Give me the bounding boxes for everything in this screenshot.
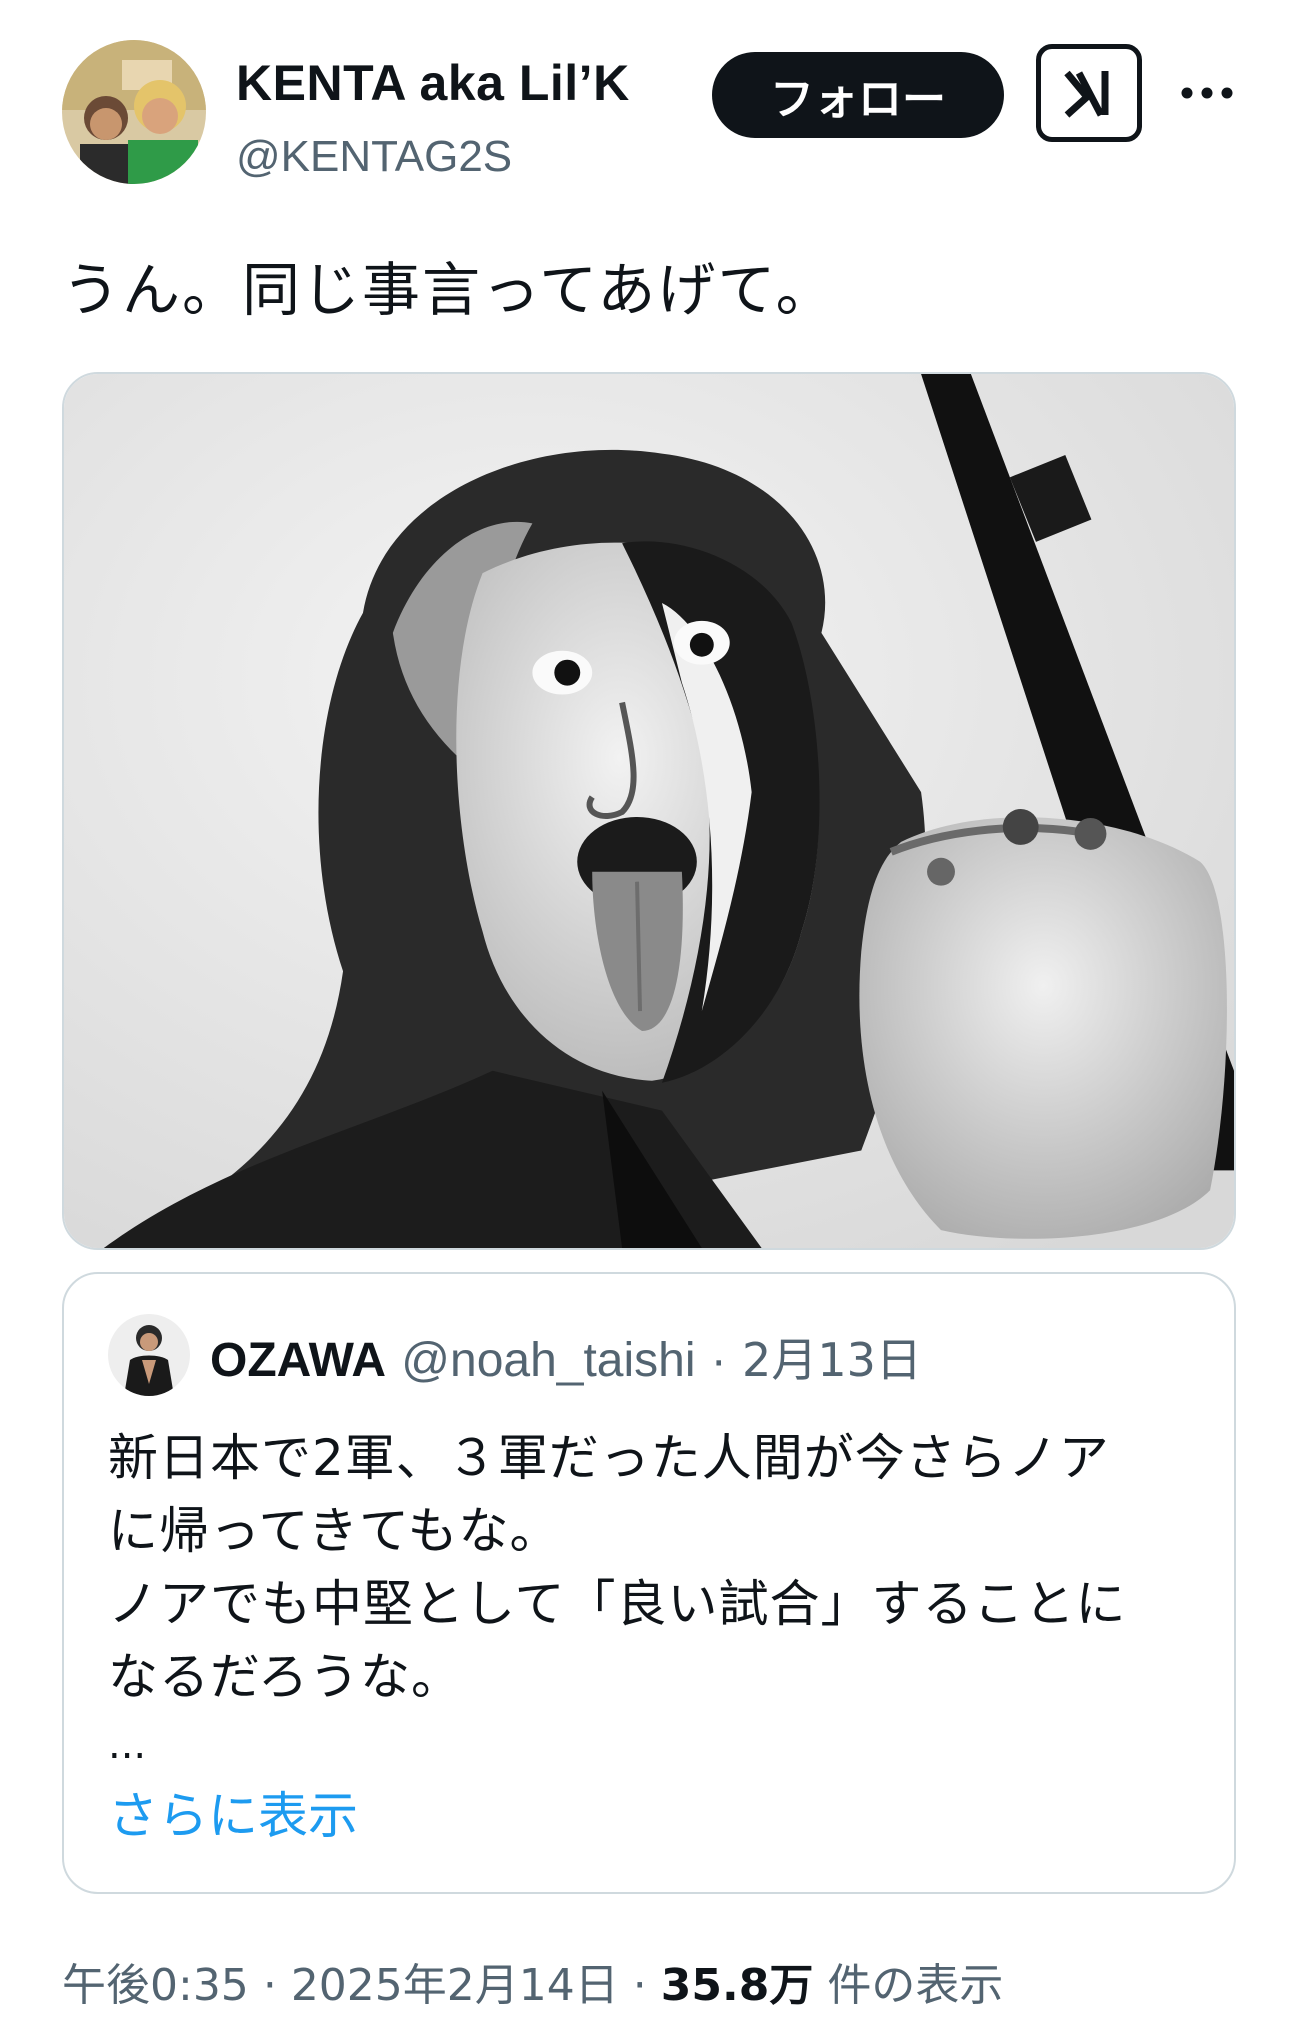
quoted-text-line: なるだろうな。 xyxy=(108,1648,462,1706)
quoted-separator: · xyxy=(710,1334,727,1387)
more-dots-icon xyxy=(1181,87,1233,99)
quoted-tweet[interactable]: OZAWA @noah_taishi · 2月13日 新日本で2軍、３軍だった人… xyxy=(62,1272,1236,1894)
quoted-author-avatar-image xyxy=(108,1314,190,1396)
tweet-photo-image xyxy=(64,374,1234,1248)
grok-icon xyxy=(1064,70,1109,118)
quoted-text-line: ノアでも中堅として「良い試合」することに xyxy=(108,1575,1127,1633)
tweet-photo[interactable] xyxy=(62,372,1236,1250)
quoted-text: 新日本で2軍、３軍だった人間が今さらノア に帰ってきてもな。 ノアでも中堅として… xyxy=(108,1422,1208,1714)
more-button[interactable] xyxy=(1180,78,1234,108)
follow-button[interactable]: フォロー xyxy=(712,52,1004,138)
author-display-name[interactable]: KENTA aka Lil’K xyxy=(236,54,630,112)
tweet-date[interactable]: 2025年2月14日 xyxy=(291,1960,619,2011)
quoted-display-name: OZAWA xyxy=(210,1334,386,1387)
quoted-date: 2月13日 xyxy=(742,1333,922,1387)
grok-button[interactable] xyxy=(1036,44,1142,142)
quoted-author-avatar[interactable] xyxy=(108,1314,190,1396)
tweet-page: KENTA aka Lil’K @KENTAG2S フォロー うん。同じ事言って… xyxy=(0,0,1300,2038)
tweet-meta: 午後0:35 · 2025年2月14日 · 35.8万 件の表示 xyxy=(62,1956,1003,2016)
author-handle[interactable]: @KENTAG2S xyxy=(236,132,512,182)
views-label: 件の表示 xyxy=(827,1960,1004,2011)
tweet-text: うん。同じ事言ってあげて。 xyxy=(62,256,836,324)
quoted-ellipsis: ... xyxy=(108,1722,147,1768)
meta-separator: · xyxy=(262,1960,277,2011)
author-avatar-image xyxy=(62,40,206,184)
views-count: 35.8万 xyxy=(660,1960,814,2011)
quoted-handle: @noah_taishi xyxy=(401,1334,696,1387)
quoted-text-line: に帰ってきてもな。 xyxy=(108,1502,561,1560)
author-avatar[interactable] xyxy=(62,40,206,184)
tweet-time[interactable]: 午後0:35 xyxy=(62,1960,249,2011)
quoted-text-line: 新日本で2軍、３軍だった人間が今さらノア xyxy=(108,1429,1110,1487)
meta-separator: · xyxy=(632,1960,647,2011)
show-more-link[interactable]: さらに表示 xyxy=(108,1776,358,1848)
quoted-header: OZAWA @noah_taishi · 2月13日 xyxy=(210,1332,922,1389)
